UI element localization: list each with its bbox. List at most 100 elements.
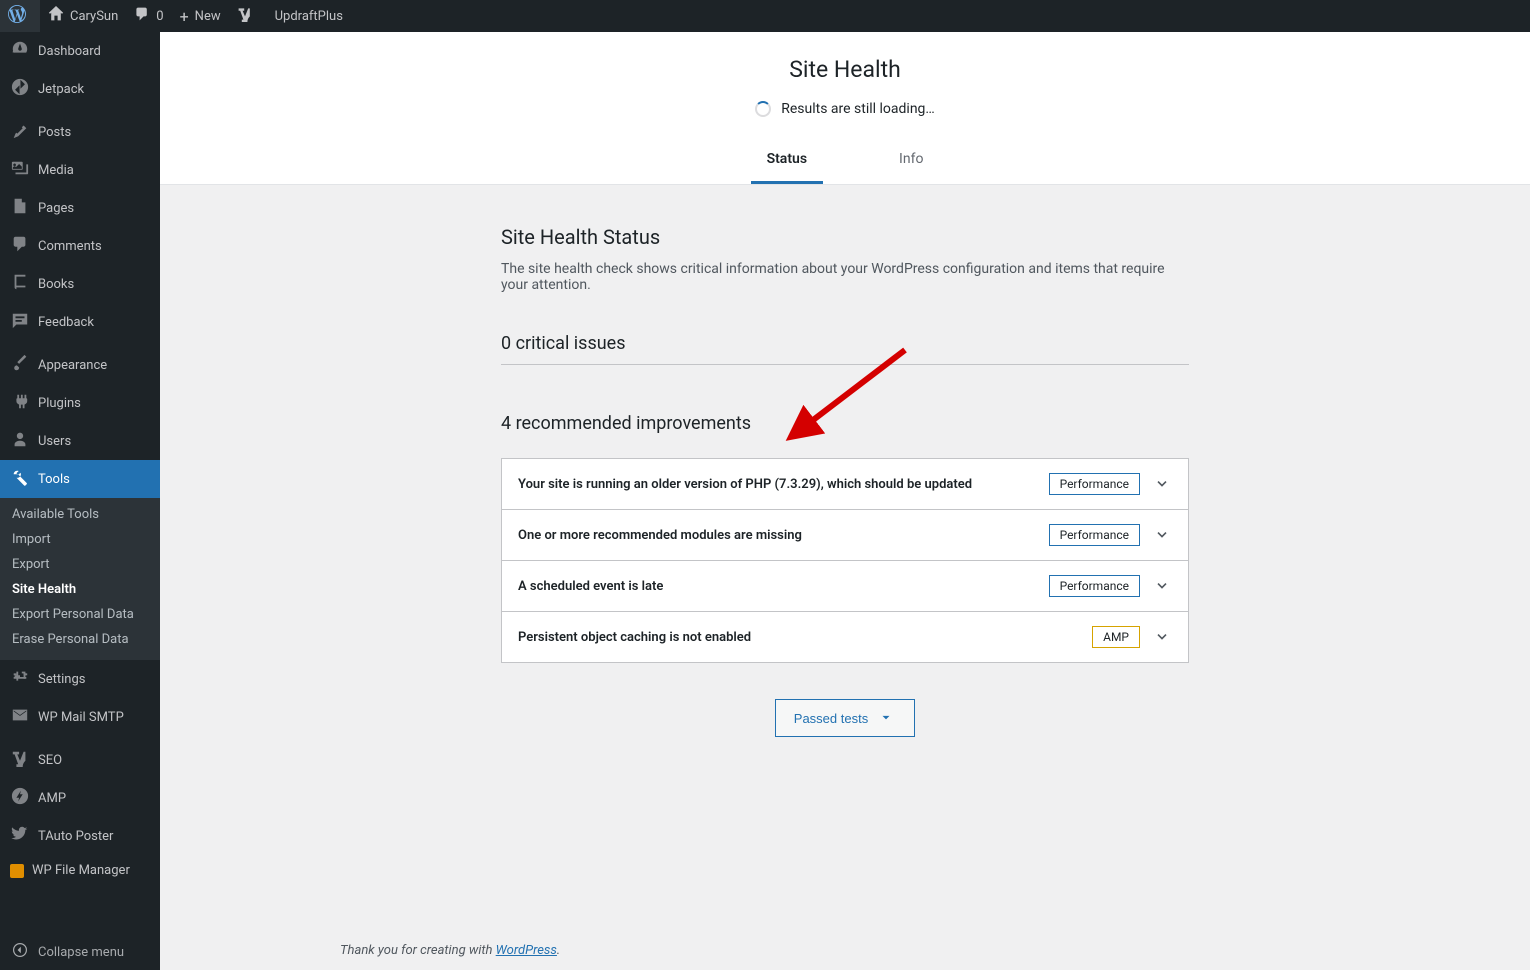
passed-tests-button[interactable]: Passed tests — [775, 699, 915, 737]
sidebar-item-amp[interactable]: AMP — [0, 779, 160, 817]
new-content-menu[interactable]: + New — [172, 0, 229, 32]
site-health-tabs: Status Info — [160, 139, 1530, 184]
chevron-down-icon — [1152, 525, 1172, 545]
folder-icon — [10, 864, 24, 878]
spinner-icon — [755, 101, 771, 117]
sidebar-item-users[interactable]: Users — [0, 422, 160, 460]
submenu-item-export-personal-data[interactable]: Export Personal Data — [0, 602, 160, 627]
footer-text: Thank you for creating with — [340, 943, 496, 958]
mail-icon — [10, 706, 30, 728]
sidebar-item-media[interactable]: Media — [0, 151, 160, 189]
sidebar-item-books[interactable]: Books — [0, 265, 160, 303]
tab-status[interactable]: Status — [751, 139, 823, 184]
updraft-menu[interactable]: UpdraftPlus — [267, 0, 351, 32]
admin-toolbar: CarySun 0 + New UpdraftPlus — [0, 0, 1530, 32]
sidebar-item-pages[interactable]: Pages — [0, 189, 160, 227]
sidebar-item-posts[interactable]: Posts — [0, 113, 160, 151]
updraft-label: UpdraftPlus — [275, 9, 343, 24]
media-icon — [10, 159, 30, 181]
issue-badge: Performance — [1049, 524, 1140, 546]
page-icon — [10, 197, 30, 219]
sidebar-item-appearance[interactable]: Appearance — [0, 346, 160, 384]
sidebar-item-tools[interactable]: Tools — [0, 460, 160, 498]
chevron-down-icon — [1152, 627, 1172, 647]
new-label: New — [195, 9, 221, 24]
tab-info[interactable]: Info — [883, 139, 939, 184]
issue-row[interactable]: One or more recommended modules are miss… — [502, 510, 1188, 561]
yoast-icon — [237, 6, 253, 26]
passed-label: Passed tests — [794, 711, 868, 726]
footer-suffix: . — [557, 943, 560, 958]
jetpack-icon — [10, 78, 30, 100]
book-icon — [10, 273, 30, 295]
sidebar-item-label: Users — [38, 434, 71, 449]
issue-row[interactable]: Your site is running an older version of… — [502, 459, 1188, 510]
pin-icon — [10, 121, 30, 143]
wordpress-link[interactable]: WordPress — [496, 943, 557, 958]
page-title: Site Health — [160, 56, 1530, 83]
sidebar-item-plugins[interactable]: Plugins — [0, 384, 160, 422]
collapse-label: Collapse menu — [38, 945, 124, 960]
loading-text: Results are still loading… — [781, 101, 935, 117]
sidebar-item-label: WP Mail SMTP — [38, 710, 124, 725]
wp-logo-menu[interactable] — [0, 0, 40, 32]
sidebar-item-label: Comments — [38, 239, 102, 254]
chevron-down-icon — [876, 708, 896, 728]
sidebar-item-jetpack[interactable]: Jetpack — [0, 70, 160, 108]
comments-menu[interactable]: 0 — [126, 0, 171, 32]
sidebar-item-label: Settings — [38, 672, 85, 687]
sidebar-item-seo[interactable]: SEO — [0, 741, 160, 779]
sidebar-item-label: Appearance — [38, 358, 107, 373]
critical-heading: 0 critical issues — [501, 333, 1189, 365]
site-name-menu[interactable]: CarySun — [40, 0, 126, 32]
sidebar-item-feedback[interactable]: Feedback — [0, 303, 160, 341]
yoast-menu[interactable] — [229, 0, 267, 32]
sidebar-item-wp-mail-smtp[interactable]: WP Mail SMTP — [0, 698, 160, 736]
submenu-item-erase-personal-data[interactable]: Erase Personal Data — [0, 627, 160, 652]
sidebar-item-label: Posts — [38, 125, 71, 140]
site-name: CarySun — [70, 9, 118, 24]
admin-sidebar: Dashboard Jetpack Posts Media Pages Comments B… — [0, 32, 160, 970]
comment-icon — [134, 6, 150, 26]
sidebar-item-label: SEO — [38, 753, 62, 768]
submenu-item-site-health[interactable]: Site Health — [0, 577, 160, 602]
status-heading: Site Health Status — [501, 225, 1189, 249]
seo-icon — [10, 749, 30, 771]
plus-icon: + — [180, 7, 189, 26]
sidebar-item-dashboard[interactable]: Dashboard — [0, 32, 160, 70]
collapse-menu-button[interactable]: Collapse menu — [0, 934, 160, 970]
issue-badge: AMP — [1092, 626, 1140, 648]
submenu-item-available-tools[interactable]: Available Tools — [0, 502, 160, 527]
submenu-item-import[interactable]: Import — [0, 527, 160, 552]
dashboard-icon — [10, 40, 30, 62]
issue-row[interactable]: Persistent object caching is not enabled… — [502, 612, 1188, 662]
sidebar-item-label: Media — [38, 163, 74, 178]
recommended-issues-list: Your site is running an older version of… — [501, 458, 1189, 663]
home-icon — [48, 6, 64, 26]
sidebar-item-label: Feedback — [38, 315, 94, 330]
submenu-item-export[interactable]: Export — [0, 552, 160, 577]
sidebar-item-tauto-poster[interactable]: TAuto Poster — [0, 817, 160, 855]
sidebar-item-label: Tools — [38, 472, 70, 487]
chevron-down-icon — [1152, 576, 1172, 596]
sidebar-item-label: WP File Manager — [32, 863, 130, 878]
brush-icon — [10, 354, 30, 376]
sidebar-item-label: Dashboard — [38, 44, 101, 59]
collapse-icon — [10, 942, 30, 962]
sidebar-item-settings[interactable]: Settings — [0, 660, 160, 698]
sidebar-item-comments[interactable]: Comments — [0, 227, 160, 265]
loading-indicator: Results are still loading… — [160, 101, 1530, 117]
issue-row[interactable]: A scheduled event is latePerformance — [502, 561, 1188, 612]
issue-title: Your site is running an older version of… — [518, 477, 1049, 492]
sidebar-item-label: Jetpack — [38, 82, 84, 97]
site-health-body: Site Health Status The site health check… — [485, 225, 1205, 737]
status-description: The site health check shows critical inf… — [501, 261, 1189, 293]
issue-title: One or more recommended modules are miss… — [518, 528, 1049, 543]
sidebar-item-wp-file-manager[interactable]: WP File Manager — [0, 855, 160, 886]
feedback-icon — [10, 311, 30, 333]
site-health-header: Site Health Results are still loading… S… — [160, 32, 1530, 185]
chevron-down-icon — [1152, 474, 1172, 494]
sidebar-item-label: TAuto Poster — [38, 829, 113, 844]
issue-title: A scheduled event is late — [518, 579, 1049, 594]
sidebar-item-label: AMP — [38, 791, 66, 806]
